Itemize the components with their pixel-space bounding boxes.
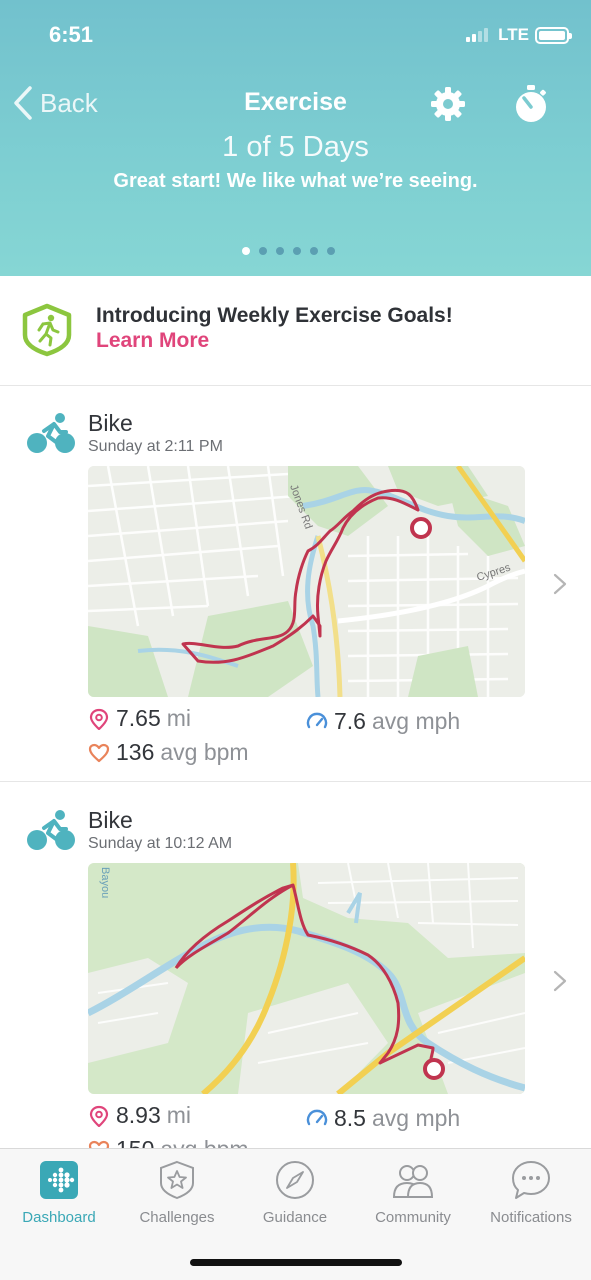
distance-stat: 7.65 mi (88, 705, 191, 732)
battery-icon (535, 26, 572, 44)
location-pin-icon (89, 1105, 109, 1127)
page-dot[interactable] (310, 247, 318, 255)
tab-notifications[interactable]: Notifications (472, 1159, 590, 1226)
page-dot[interactable] (259, 247, 267, 255)
stopwatch-icon[interactable] (512, 84, 550, 124)
page-title: Exercise (244, 88, 347, 116)
tab-label: Notifications (490, 1209, 572, 1226)
speedometer-icon (306, 1109, 328, 1125)
heart-rate-stat: 136 avg bpm (88, 739, 249, 766)
distance-value: 8.93 (116, 1102, 161, 1128)
compass-icon (276, 1161, 314, 1199)
network-label: LTE (498, 25, 529, 44)
page-dot[interactable] (276, 247, 284, 255)
location-pin-icon (89, 708, 109, 730)
distance-stat: 8.93 mi (88, 1102, 191, 1129)
banner-title: Introducing Weekly Exercise Goals! (96, 304, 453, 327)
chat-bubble-icon (512, 1161, 550, 1199)
page-dot[interactable] (327, 247, 335, 255)
route-map-drawing: Jones Rd Cypres (88, 466, 525, 697)
distance-unit: mi (166, 705, 192, 731)
tab-label: Community (375, 1209, 451, 1226)
page-dot[interactable] (293, 247, 301, 255)
learn-more-link[interactable]: Learn More (96, 329, 209, 353)
people-icon (392, 1165, 434, 1198)
speed-stat: 7.6 avg mph (306, 708, 460, 735)
speed-value: 7.6 (334, 708, 366, 734)
exercise-goal-icon (22, 303, 72, 357)
tab-challenges[interactable]: Challenges (118, 1159, 236, 1226)
star-badge-icon (160, 1160, 194, 1200)
chevron-right-icon[interactable] (552, 969, 568, 993)
exercise-time: Sunday at 10:12 AM (88, 835, 233, 852)
route-map[interactable]: Jones Rd Cypres (88, 466, 525, 697)
route-map-drawing: Bayou (88, 863, 525, 1094)
days-progress: 1 of 5 Days (222, 131, 369, 163)
exercise-time: Sunday at 2:11 PM (88, 438, 223, 455)
status-time: 6:51 (49, 22, 94, 47)
speed-unit: avg mph (371, 708, 461, 734)
tab-label: Guidance (262, 1209, 328, 1226)
tab-label: Dashboard (22, 1209, 96, 1226)
water-label: Bayou (99, 867, 111, 898)
bike-icon (27, 413, 75, 453)
speed-stat: 8.5 avg mph (306, 1105, 460, 1132)
weekly-goals-banner[interactable]: Introducing Weekly Exercise Goals! Learn… (0, 276, 591, 386)
tab-dashboard[interactable]: Dashboard (0, 1159, 118, 1226)
heart-rate-unit: avg bpm (160, 739, 249, 765)
tab-community[interactable]: Community (354, 1159, 472, 1226)
tab-label: Challenges (139, 1209, 215, 1226)
fitbit-dots-icon (40, 1161, 78, 1199)
speed-unit: avg mph (371, 1105, 461, 1131)
page-indicator[interactable] (242, 247, 335, 255)
gear-icon[interactable] (430, 86, 466, 122)
chevron-right-icon[interactable] (552, 572, 568, 596)
status-indicators: LTE (466, 25, 572, 45)
heart-rate-value: 136 (116, 739, 155, 765)
encouragement-text: Great start! We like what we’re seeing. (113, 170, 478, 192)
home-indicator (190, 1259, 402, 1266)
route-map[interactable]: Bayou (88, 863, 525, 1094)
exercise-card[interactable]: Bike Sunday at 2:11 PM Jones Rd Cypres 7… (0, 386, 591, 782)
distance-unit: mi (166, 1102, 192, 1128)
exercise-card[interactable]: Bike Sunday at 10:12 AM Bayou 8.93 mi 8.… (0, 783, 591, 1162)
signal-icon (466, 28, 489, 42)
tab-guidance[interactable]: Guidance (236, 1159, 354, 1226)
exercise-name: Bike (88, 807, 133, 833)
distance-value: 7.65 (116, 705, 161, 731)
exercise-header: 6:51 LTE Back Exercise 1 of 5 Days Great… (0, 0, 591, 276)
exercise-name: Bike (88, 410, 133, 436)
heart-icon (88, 743, 110, 762)
page-dot[interactable] (242, 247, 250, 255)
speedometer-icon (306, 712, 328, 728)
speed-value: 8.5 (334, 1105, 366, 1131)
bike-icon (27, 810, 75, 850)
